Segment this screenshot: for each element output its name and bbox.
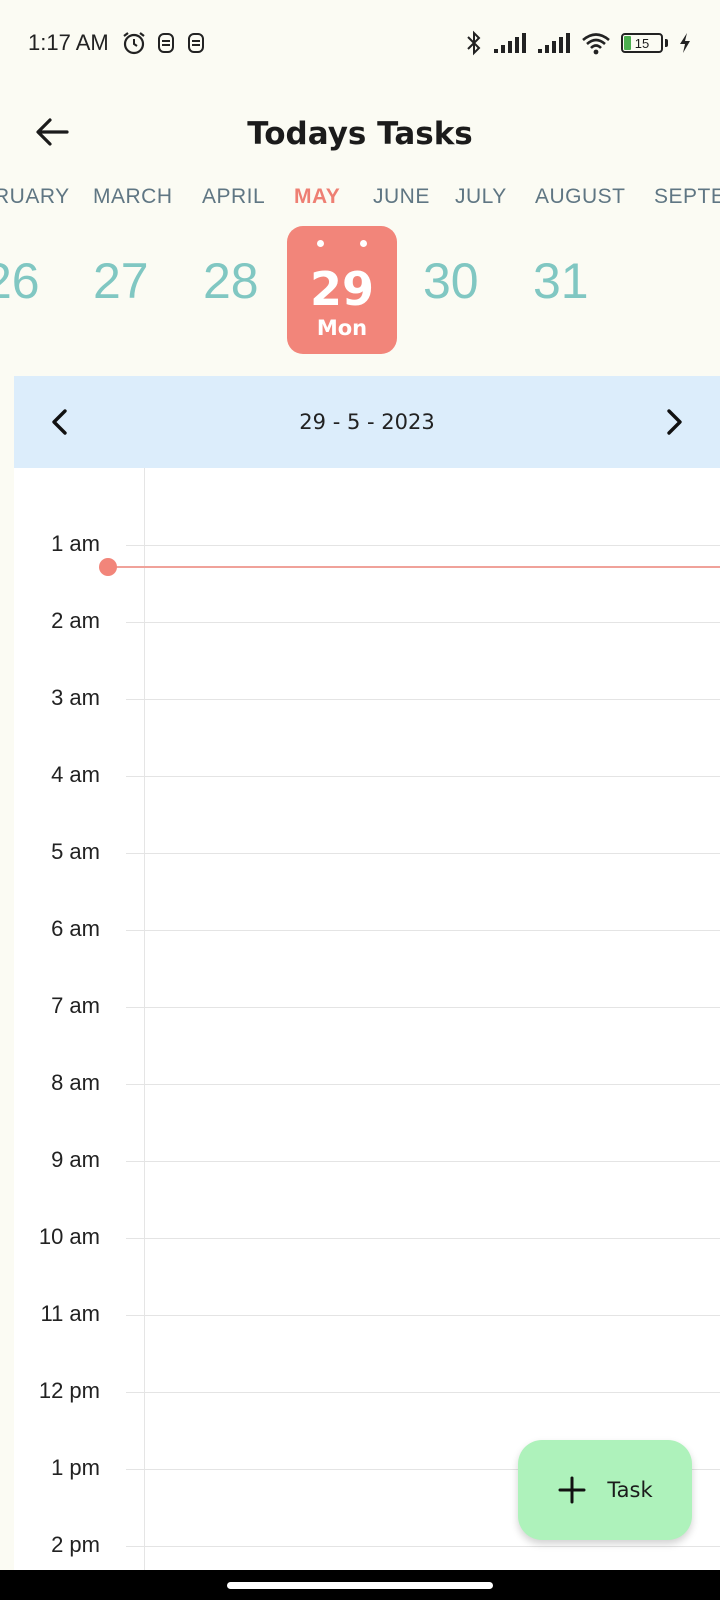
month-item[interactable]: SEPTE bbox=[654, 185, 720, 209]
charging-icon bbox=[678, 29, 692, 57]
hour-line bbox=[126, 1546, 720, 1547]
chevron-left-icon bbox=[52, 409, 67, 435]
day-item[interactable]: 30 bbox=[423, 256, 479, 306]
signal-icon bbox=[537, 29, 571, 57]
battery-icon: 15 bbox=[621, 33, 668, 53]
selected-day-weekday: Mon bbox=[316, 316, 368, 340]
selected-day-number: 29 bbox=[309, 262, 374, 316]
month-item-selected[interactable]: MAY bbox=[294, 185, 340, 209]
back-button[interactable] bbox=[28, 108, 76, 156]
month-item[interactable]: RUARY bbox=[0, 185, 70, 209]
chevron-right-icon bbox=[667, 409, 682, 435]
current-time-dot bbox=[99, 558, 117, 576]
status-time: 1:17 AM bbox=[28, 30, 109, 55]
previous-day-button[interactable] bbox=[38, 400, 82, 444]
hour-label: 4 am bbox=[51, 762, 100, 787]
battery-level: 15 bbox=[634, 35, 650, 51]
day-item-selected[interactable]: 29 Mon bbox=[287, 226, 397, 354]
hour-line bbox=[126, 1392, 720, 1393]
plus-icon bbox=[558, 1476, 586, 1504]
hour-label: 8 am bbox=[51, 1070, 100, 1095]
signal-icon bbox=[493, 29, 527, 57]
bluetooth-icon bbox=[465, 29, 483, 57]
alarm-icon bbox=[121, 29, 147, 57]
add-task-label: Task bbox=[607, 1478, 653, 1502]
home-indicator[interactable] bbox=[227, 1581, 493, 1589]
wifi-icon bbox=[581, 29, 611, 57]
day-item[interactable]: 28 bbox=[203, 256, 259, 306]
current-time-line bbox=[106, 566, 720, 568]
status-bar: 1:17 AM 15 bbox=[0, 0, 720, 86]
hour-label: 7 am bbox=[51, 993, 100, 1018]
hour-row: 10 am bbox=[14, 1224, 720, 1249]
hour-label: 10 am bbox=[38, 1224, 100, 1249]
hour-label: 2 pm bbox=[51, 1532, 100, 1557]
status-right: 15 bbox=[465, 29, 692, 57]
time-column-divider bbox=[144, 468, 145, 1570]
hour-line bbox=[126, 1161, 720, 1162]
hour-line bbox=[126, 699, 720, 700]
hour-label: 1 pm bbox=[51, 1455, 100, 1480]
hour-label: 1 am bbox=[51, 531, 100, 556]
month-item[interactable]: MARCH bbox=[93, 185, 173, 209]
hour-row: 7 am bbox=[14, 993, 720, 1018]
day-item[interactable]: 31 bbox=[533, 256, 589, 306]
hour-line bbox=[126, 622, 720, 623]
hour-row: 4 am bbox=[14, 762, 720, 787]
hour-line bbox=[126, 545, 720, 546]
next-day-button[interactable] bbox=[652, 400, 696, 444]
hour-row: 5 am bbox=[14, 839, 720, 864]
hour-line bbox=[126, 853, 720, 854]
day-strip[interactable]: 26 27 28 29 Mon 30 31 bbox=[0, 226, 720, 354]
battery-body: 15 bbox=[621, 33, 663, 53]
hour-line bbox=[126, 930, 720, 931]
hour-row: 3 am bbox=[14, 685, 720, 710]
hour-label: 12 pm bbox=[38, 1378, 100, 1403]
hour-label: 5 am bbox=[51, 839, 100, 864]
hour-label: 9 am bbox=[51, 1147, 100, 1172]
hour-label: 3 am bbox=[51, 685, 100, 710]
month-item[interactable]: AUGUST bbox=[535, 185, 626, 209]
hour-row: 12 pm bbox=[14, 1378, 720, 1403]
app-header: Todays Tasks bbox=[0, 86, 720, 182]
hour-line bbox=[126, 1007, 720, 1008]
hour-line bbox=[126, 1315, 720, 1316]
date-navigator: 29 - 5 - 2023 bbox=[14, 376, 720, 468]
hour-line bbox=[126, 1084, 720, 1085]
current-date: 29 - 5 - 2023 bbox=[299, 410, 435, 434]
arrow-left-icon bbox=[36, 118, 69, 146]
hour-line bbox=[126, 1238, 720, 1239]
notification-icon bbox=[185, 29, 207, 57]
hour-row: 2 pm bbox=[14, 1532, 720, 1557]
hour-row: 6 am bbox=[14, 916, 720, 941]
day-item[interactable]: 26 bbox=[0, 256, 40, 306]
month-item[interactable]: APRIL bbox=[202, 185, 265, 209]
month-item[interactable]: JUNE bbox=[373, 185, 430, 209]
month-strip[interactable]: RUARY MARCH APRIL MAY JUNE JULY AUGUST S… bbox=[0, 182, 720, 218]
notification-icon bbox=[155, 29, 177, 57]
day-item[interactable]: 27 bbox=[93, 256, 149, 306]
hour-line bbox=[126, 776, 720, 777]
month-item[interactable]: JULY bbox=[455, 185, 507, 209]
calendar-ring-dot bbox=[317, 240, 324, 247]
hour-row: 1 am bbox=[14, 531, 720, 556]
hour-label: 11 am bbox=[40, 1301, 100, 1326]
status-left: 1:17 AM bbox=[28, 29, 207, 57]
hour-row: 2 am bbox=[14, 608, 720, 633]
hour-row: 8 am bbox=[14, 1070, 720, 1095]
add-task-button[interactable]: Task bbox=[518, 1440, 692, 1540]
hour-label: 2 am bbox=[51, 608, 100, 633]
day-schedule[interactable]: 1 am 2 am 3 am 4 am 5 am 6 am 7 am 8 am … bbox=[14, 468, 720, 1570]
gesture-nav-bar bbox=[0, 1570, 720, 1600]
hour-row: 9 am bbox=[14, 1147, 720, 1172]
battery-tip bbox=[665, 39, 668, 47]
page-title: Todays Tasks bbox=[247, 116, 473, 152]
hour-label: 6 am bbox=[51, 916, 100, 941]
calendar-ring-dot bbox=[360, 240, 367, 247]
hour-row: 11 am bbox=[14, 1301, 720, 1326]
